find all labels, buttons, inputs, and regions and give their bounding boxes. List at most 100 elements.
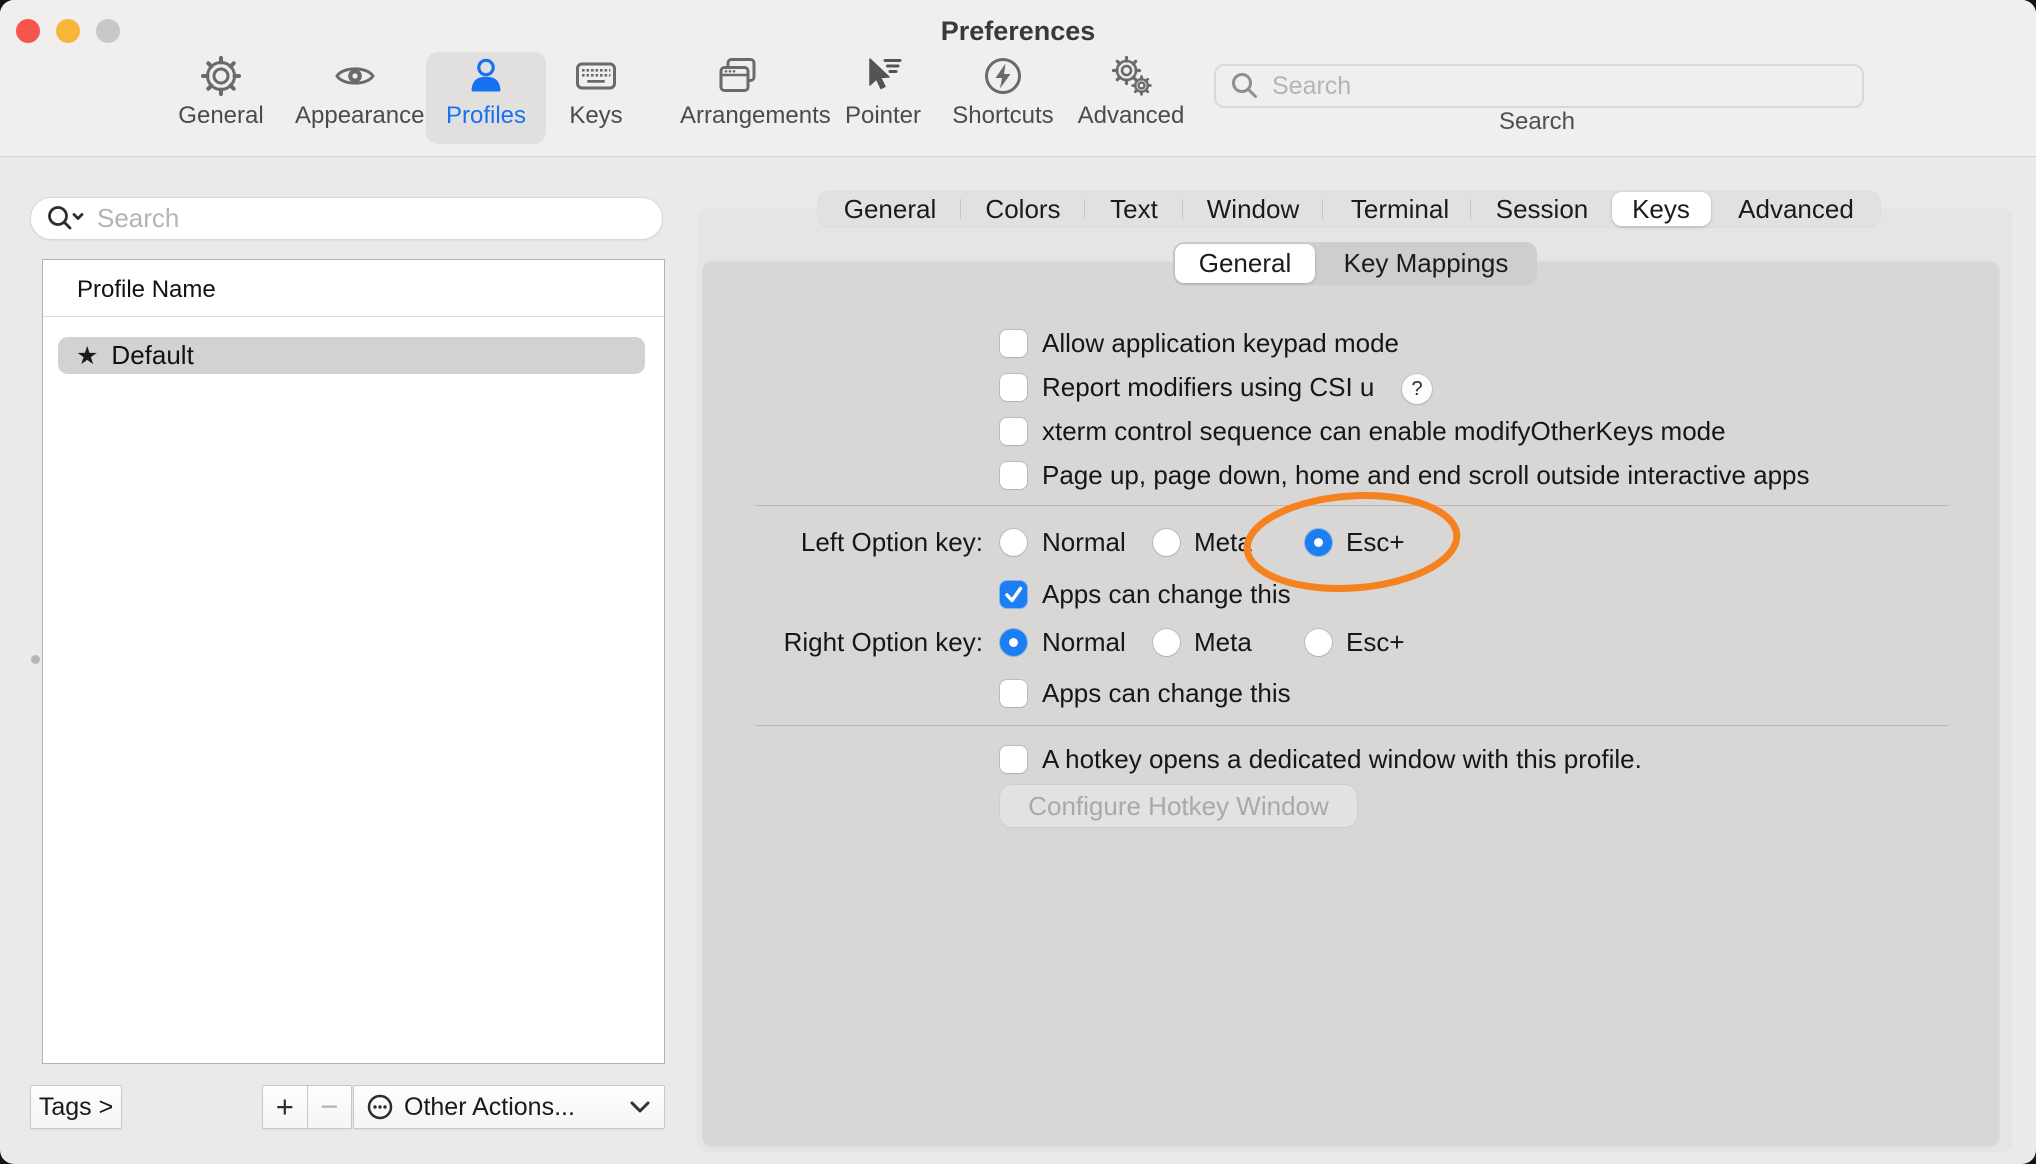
subtab-key-mappings[interactable]: Key Mappings	[1344, 242, 1509, 285]
toolbar-item-label: General	[161, 102, 281, 130]
other-actions-dropdown[interactable]: Other Actions...	[353, 1085, 665, 1129]
tab-divider	[960, 199, 961, 219]
radio-label: Esc+	[1346, 629, 1405, 656]
checkbox-right-apps-can-change[interactable]	[1000, 680, 1027, 707]
toolbar-item-appearance[interactable]: Appearance	[295, 52, 415, 144]
toolbar-item-label: Arrangements	[680, 102, 800, 130]
toolbar-item-shortcuts[interactable]: Shortcuts	[943, 52, 1063, 144]
other-actions-label: Other Actions...	[404, 1093, 575, 1122]
header-divider	[43, 316, 664, 317]
subtab-general[interactable]: General	[1199, 242, 1292, 285]
section-divider	[755, 725, 1949, 726]
radio-label: Esc+	[1346, 529, 1405, 556]
section-divider	[755, 505, 1949, 506]
checkbox-left-apps-can-change[interactable]	[1000, 581, 1027, 608]
radio-right-normal[interactable]	[1000, 629, 1027, 656]
checkbox-label: Apps can change this	[1042, 680, 1291, 707]
gears-icon	[1109, 54, 1153, 98]
keyboard-icon	[574, 54, 618, 98]
gear-icon	[199, 54, 243, 98]
toolbar-item-pointer[interactable]: Pointer	[823, 52, 943, 144]
checkbox-csi-u[interactable]	[1000, 374, 1027, 401]
screenshot: Preferences General Appearance	[0, 0, 2036, 1164]
tab-advanced[interactable]: Advanced	[1738, 191, 1854, 227]
checkbox-hotkey-window[interactable]	[1000, 746, 1027, 773]
search-icon	[1228, 69, 1262, 103]
toolbar-search-input[interactable]: Search	[1214, 64, 1864, 108]
checkbox-label: Allow application keypad mode	[1042, 330, 1399, 357]
toolbar-item-general[interactable]: General	[161, 52, 281, 144]
windows-icon	[718, 54, 762, 98]
tab-keys[interactable]: Keys	[1632, 191, 1690, 227]
radio-label: Normal	[1042, 629, 1126, 656]
toolbar-search-caption: Search	[1214, 108, 1860, 136]
checkbox-label: Page up, page down, home and end scroll …	[1042, 462, 1810, 489]
check-icon	[1000, 581, 1027, 608]
toolbar-item-label: Shortcuts	[943, 102, 1063, 130]
titlebar-toolbar: Preferences General Appearance	[0, 0, 2036, 157]
left-option-key-label: Left Option key:	[700, 529, 983, 556]
tab-divider	[1470, 199, 1471, 219]
toolbar-item-profiles[interactable]: Profiles	[426, 52, 546, 144]
tab-session[interactable]: Session	[1496, 191, 1589, 227]
profile-search-placeholder: Search	[97, 203, 179, 234]
radio-left-normal[interactable]	[1000, 529, 1027, 556]
checkbox-keypad-mode[interactable]	[1000, 330, 1027, 357]
toolbar-item-label: Pointer	[823, 102, 943, 130]
profile-search-input[interactable]: Search	[30, 197, 663, 240]
radio-label: Meta	[1194, 529, 1252, 556]
radio-right-meta[interactable]	[1153, 629, 1180, 656]
tab-terminal[interactable]: Terminal	[1351, 191, 1449, 227]
radio-left-esc[interactable]	[1305, 529, 1332, 556]
eye-icon	[333, 54, 377, 98]
profile-row-default[interactable]: ★ Default	[58, 337, 645, 374]
toolbar-item-keys[interactable]: Keys	[536, 52, 656, 144]
checkbox-page-scroll[interactable]	[1000, 462, 1027, 489]
search-filter-icon	[45, 203, 89, 235]
profile-tabbar: General Colors Text Window Terminal Sess…	[818, 191, 1880, 227]
add-remove-control: + −	[262, 1085, 352, 1129]
toolbar-item-label: Profiles	[426, 102, 546, 130]
configure-hotkey-window-button[interactable]: Configure Hotkey Window	[1000, 785, 1357, 827]
person-icon	[464, 54, 508, 98]
radio-left-meta[interactable]	[1153, 529, 1180, 556]
cursor-icon	[861, 54, 905, 98]
profile-list-header: Profile Name	[77, 276, 216, 304]
chevron-down-icon	[630, 1101, 650, 1114]
radio-right-esc[interactable]	[1305, 629, 1332, 656]
tab-colors[interactable]: Colors	[985, 191, 1060, 227]
checkbox-label: A hotkey opens a dedicated window with t…	[1042, 746, 1642, 773]
radio-label: Meta	[1194, 629, 1252, 656]
tab-divider	[1084, 199, 1085, 219]
default-star-icon: ★	[76, 341, 98, 371]
add-profile-button[interactable]: +	[263, 1086, 307, 1128]
profile-list-panel: Profile Name ★ Default	[42, 259, 665, 1064]
remove-profile-button[interactable]: −	[308, 1086, 352, 1128]
toolbar-item-advanced[interactable]: Advanced	[1071, 52, 1191, 144]
help-button[interactable]: ?	[1402, 374, 1432, 404]
radio-label: Normal	[1042, 529, 1126, 556]
toolbar-item-label: Advanced	[1071, 102, 1191, 130]
preferences-window: Preferences General Appearance	[0, 0, 2036, 1164]
toolbar-item-label: Appearance	[295, 102, 415, 130]
right-option-key-label: Right Option key:	[700, 629, 983, 656]
tab-divider	[1322, 199, 1323, 219]
keys-subtabbar: General Key Mappings	[1173, 242, 1537, 285]
tab-divider	[1182, 199, 1183, 219]
tab-general[interactable]: General	[844, 191, 937, 227]
checkbox-modify-other-keys[interactable]	[1000, 418, 1027, 445]
profile-name: Default	[111, 340, 193, 371]
window-title: Preferences	[0, 16, 2036, 47]
tab-text[interactable]: Text	[1110, 191, 1158, 227]
checkbox-label: Apps can change this	[1042, 581, 1291, 608]
checkbox-label: xterm control sequence can enable modify…	[1042, 418, 1726, 445]
lightning-icon	[981, 54, 1025, 98]
checkbox-label: Report modifiers using CSI u	[1042, 374, 1374, 401]
tags-button[interactable]: Tags >	[30, 1085, 122, 1129]
tags-button-label: Tags >	[39, 1093, 113, 1122]
circle-ellipsis-icon	[366, 1093, 394, 1121]
toolbar-item-label: Keys	[536, 102, 656, 130]
window-edge-dot	[31, 655, 40, 664]
toolbar-item-arrangements[interactable]: Arrangements	[680, 52, 800, 144]
tab-window[interactable]: Window	[1207, 191, 1299, 227]
